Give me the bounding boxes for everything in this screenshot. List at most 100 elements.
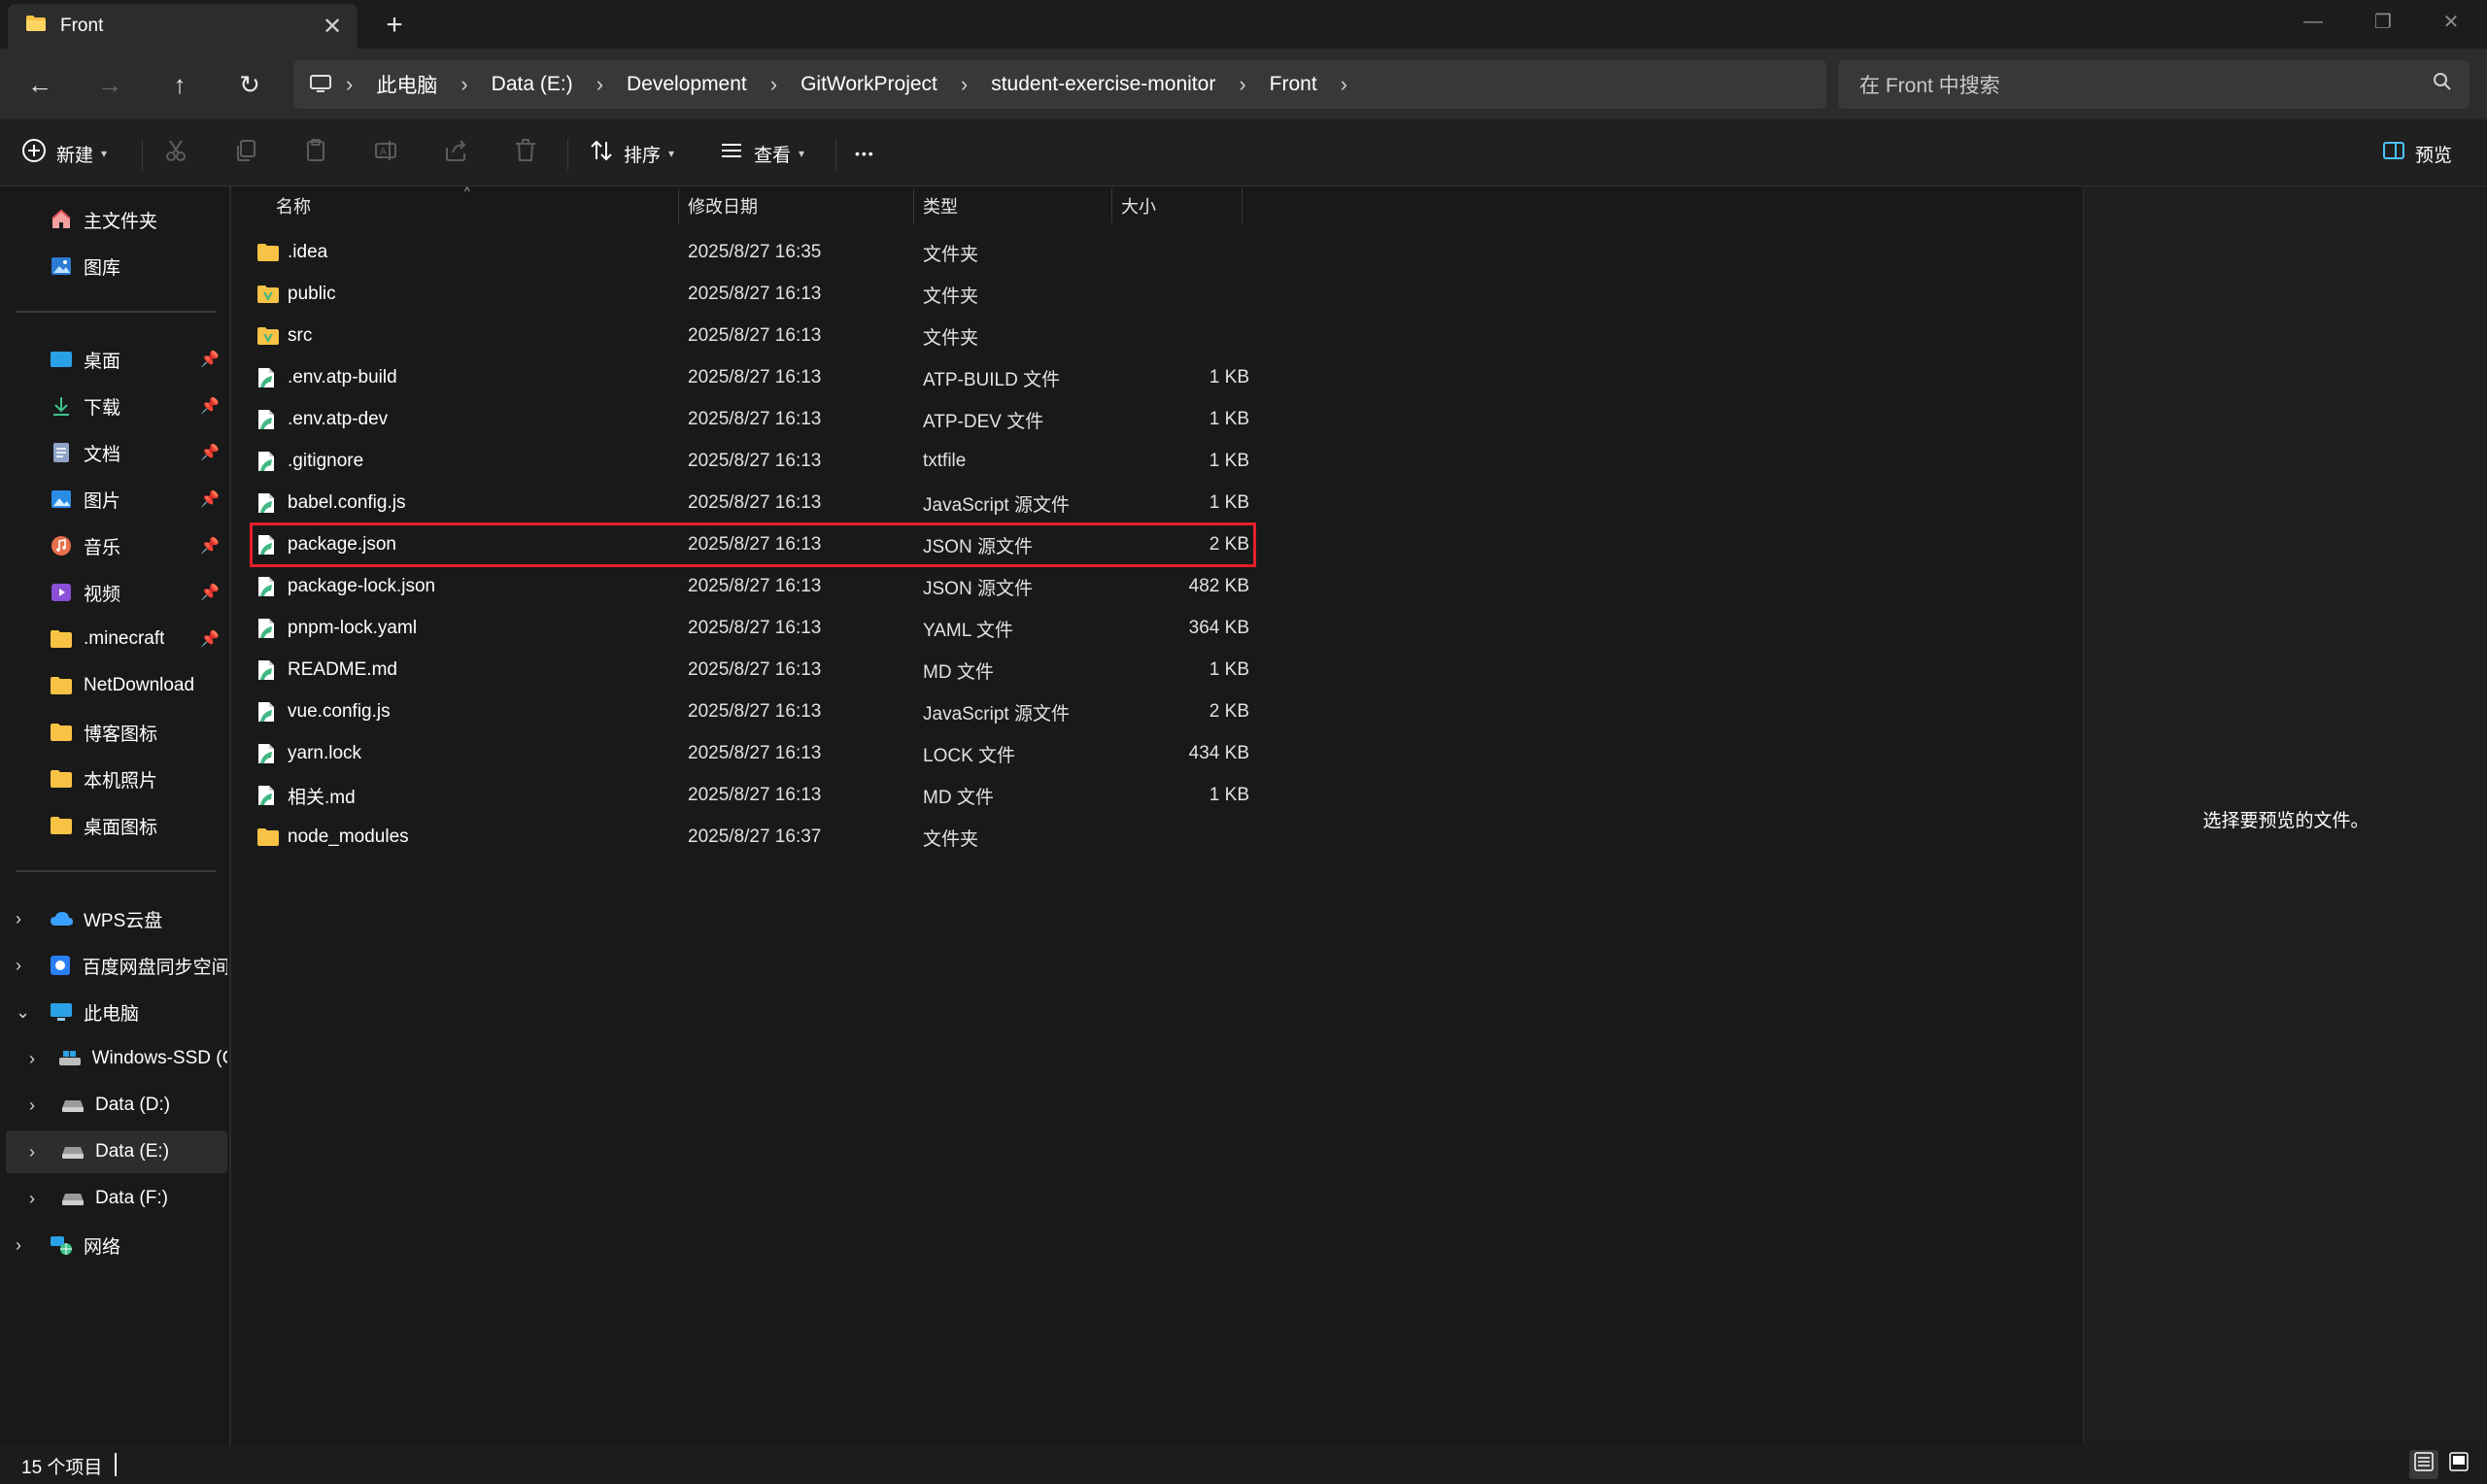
pin-icon[interactable]: 📌 [200, 629, 220, 649]
file-row[interactable]: README.md 2025/8/27 16:13 MD 文件 1 KB [253, 651, 1253, 690]
breadcrumb-separator[interactable]: › [761, 72, 787, 97]
pin-icon[interactable]: 📌 [200, 443, 220, 462]
file-row[interactable]: package-lock.json 2025/8/27 16:13 JSON 源文件… [253, 567, 1253, 606]
details-view-button[interactable] [2409, 1450, 2438, 1479]
more-options-button[interactable]: ••• [855, 131, 875, 176]
chevron-right-icon[interactable]: › [16, 909, 21, 929]
sidebar-item-desktop-icons[interactable]: 桌面图标 [0, 804, 227, 847]
sidebar-item-local-photos[interactable]: 本机照片 [0, 758, 227, 800]
sidebar-item-downloads[interactable]: 下载 📌 [0, 385, 227, 427]
breadcrumb-separator[interactable]: › [951, 72, 977, 97]
sidebar-item-windows-ssd[interactable]: › Windows-SSD (C [0, 1037, 227, 1080]
chevron-right-icon[interactable]: › [16, 1235, 21, 1256]
column-resize-handle[interactable] [1242, 188, 1243, 223]
pin-icon[interactable]: 📌 [200, 396, 220, 416]
breadcrumb-separator[interactable]: › [1331, 72, 1357, 97]
file-row[interactable]: vue.config.js 2025/8/27 16:13 JavaScript 源… [253, 692, 1253, 731]
chevron-right-icon[interactable]: › [29, 1096, 35, 1116]
sidebar-item-gallery[interactable]: 图库 [0, 245, 227, 287]
column-resize-handle[interactable] [913, 188, 914, 223]
sidebar-item-data-f[interactable]: › Data (F:) [0, 1177, 227, 1220]
breadcrumb-development[interactable]: Development [613, 73, 761, 96]
cut-button[interactable] [163, 131, 188, 176]
back-button[interactable]: ← [17, 62, 62, 107]
sidebar-item-videos[interactable]: 视频 📌 [0, 571, 227, 614]
breadcrumb-separator[interactable]: › [587, 72, 613, 97]
pin-icon[interactable]: 📌 [200, 350, 220, 369]
copy-button[interactable] [233, 131, 258, 176]
breadcrumb-data-e[interactable]: Data (E:) [478, 73, 587, 96]
share-button[interactable] [443, 131, 468, 176]
rename-button[interactable]: A [373, 131, 398, 176]
breadcrumb-student-exercise-monitor[interactable]: student-exercise-monitor [977, 73, 1229, 96]
preview-pane-button[interactable]: 预览 [2382, 131, 2452, 176]
chevron-down-icon[interactable]: ⌄ [16, 1002, 30, 1023]
sidebar-item-home[interactable]: 主文件夹 [0, 198, 227, 241]
search-input[interactable]: 在 Front 中搜索 [1838, 60, 2470, 109]
search-icon[interactable] [2433, 72, 2452, 97]
refresh-button[interactable]: ↻ [227, 62, 272, 107]
breadcrumb-this-pc[interactable]: 此电脑 [362, 70, 451, 99]
sidebar-item-pictures[interactable]: 图片 📌 [0, 478, 227, 521]
address-bar[interactable]: › 此电脑 › Data (E:) › Development › GitWor… [293, 60, 1826, 109]
breadcrumb-front[interactable]: Front [1256, 73, 1331, 96]
column-header-size[interactable]: 大小 [1121, 186, 1156, 225]
delete-button[interactable] [513, 131, 538, 176]
column-header-name[interactable]: 名称 [276, 186, 311, 225]
column-header-modified[interactable]: 修改日期 [688, 186, 758, 225]
sidebar-item-data-d[interactable]: › Data (D:) [0, 1084, 227, 1127]
column-header-type[interactable]: 类型 [923, 186, 958, 225]
new-tab-button[interactable]: + [375, 6, 414, 45]
breadcrumb-gitworkproject[interactable]: GitWorkProject [787, 73, 951, 96]
sidebar-item-minecraft[interactable]: .minecraft 📌 [0, 618, 227, 660]
file-row[interactable]: .idea 2025/8/27 16:35 文件夹 [253, 233, 1253, 272]
file-row[interactable]: .env.atp-build 2025/8/27 16:13 ATP-BUILD 文… [253, 358, 1253, 397]
file-modified-date: 2025/8/27 16:13 [688, 701, 822, 722]
file-row[interactable]: .gitignore 2025/8/27 16:13 txtfile 1 KB [253, 442, 1253, 481]
sort-button[interactable]: 排序 ▾ [589, 131, 674, 176]
file-row[interactable]: babel.config.js 2025/8/27 16:13 JavaScript… [253, 484, 1253, 523]
file-row[interactable]: public 2025/8/27 16:13 文件夹 [253, 275, 1253, 314]
new-button[interactable]: 新建 ▾ [21, 131, 107, 176]
pin-icon[interactable]: 📌 [200, 489, 220, 509]
pin-icon[interactable]: 📌 [200, 583, 220, 602]
column-resize-handle[interactable] [678, 188, 679, 223]
breadcrumb-separator[interactable]: › [451, 72, 477, 97]
chevron-right-icon[interactable]: › [16, 956, 21, 976]
paste-button[interactable] [303, 131, 328, 176]
chevron-right-icon[interactable]: › [29, 1049, 35, 1069]
tab-front[interactable]: Front ✕ [8, 4, 358, 49]
close-window-button[interactable]: ✕ [2417, 0, 2485, 43]
sidebar-item-netdownload[interactable]: NetDownload [0, 664, 227, 707]
chevron-right-icon[interactable]: › [29, 1189, 35, 1209]
forward-button[interactable]: → [87, 62, 132, 107]
sidebar-item-baidu-sync[interactable]: › 百度网盘同步空间 [0, 944, 227, 987]
file-row[interactable]: package.json 2025/8/27 16:13 JSON 源文件 2 KB [250, 523, 1256, 567]
file-row[interactable]: pnpm-lock.yaml 2025/8/27 16:13 YAML 文件 364 … [253, 609, 1253, 648]
sidebar-item-documents[interactable]: 文档 📌 [0, 431, 227, 474]
sidebar-item-music[interactable]: 音乐 📌 [0, 524, 227, 567]
tiles-view-button[interactable] [2444, 1450, 2473, 1479]
breadcrumb-separator[interactable]: › [1229, 72, 1255, 97]
pin-icon[interactable]: 📌 [200, 536, 220, 556]
sidebar-item-wps-cloud[interactable]: › WPS云盘 [0, 897, 227, 940]
file-row[interactable]: src 2025/8/27 16:13 文件夹 [253, 317, 1253, 355]
breadcrumb-separator[interactable]: › [336, 72, 362, 97]
file-row[interactable]: 相关.md 2025/8/27 16:13 MD 文件 1 KB [253, 776, 1253, 815]
sidebar-item-blog-icons[interactable]: 博客图标 [0, 711, 227, 754]
up-button[interactable]: ↑ [157, 62, 202, 107]
sidebar-item-this-pc[interactable]: ⌄ 此电脑 [0, 991, 227, 1033]
sidebar-item-data-e[interactable]: › Data (E:) [6, 1130, 227, 1173]
sidebar-item-desktop[interactable]: 桌面 📌 [0, 338, 227, 381]
minimize-button[interactable]: — [2279, 0, 2347, 43]
sidebar-item-network[interactable]: › 网络 [0, 1224, 227, 1266]
file-row[interactable]: yarn.lock 2025/8/27 16:13 LOCK 文件 434 KB [253, 734, 1253, 773]
computer-icon[interactable] [309, 74, 336, 95]
chevron-right-icon[interactable]: › [29, 1142, 35, 1163]
column-resize-handle[interactable] [1111, 188, 1112, 223]
view-button[interactable]: 查看 ▾ [719, 131, 804, 176]
file-row[interactable]: node_modules 2025/8/27 16:37 文件夹 [253, 818, 1253, 857]
restore-button[interactable]: ❐ [2349, 0, 2417, 43]
close-tab-button[interactable]: ✕ [313, 7, 352, 46]
file-row[interactable]: .env.atp-dev 2025/8/27 16:13 ATP-DEV 文件 1 K… [253, 400, 1253, 439]
